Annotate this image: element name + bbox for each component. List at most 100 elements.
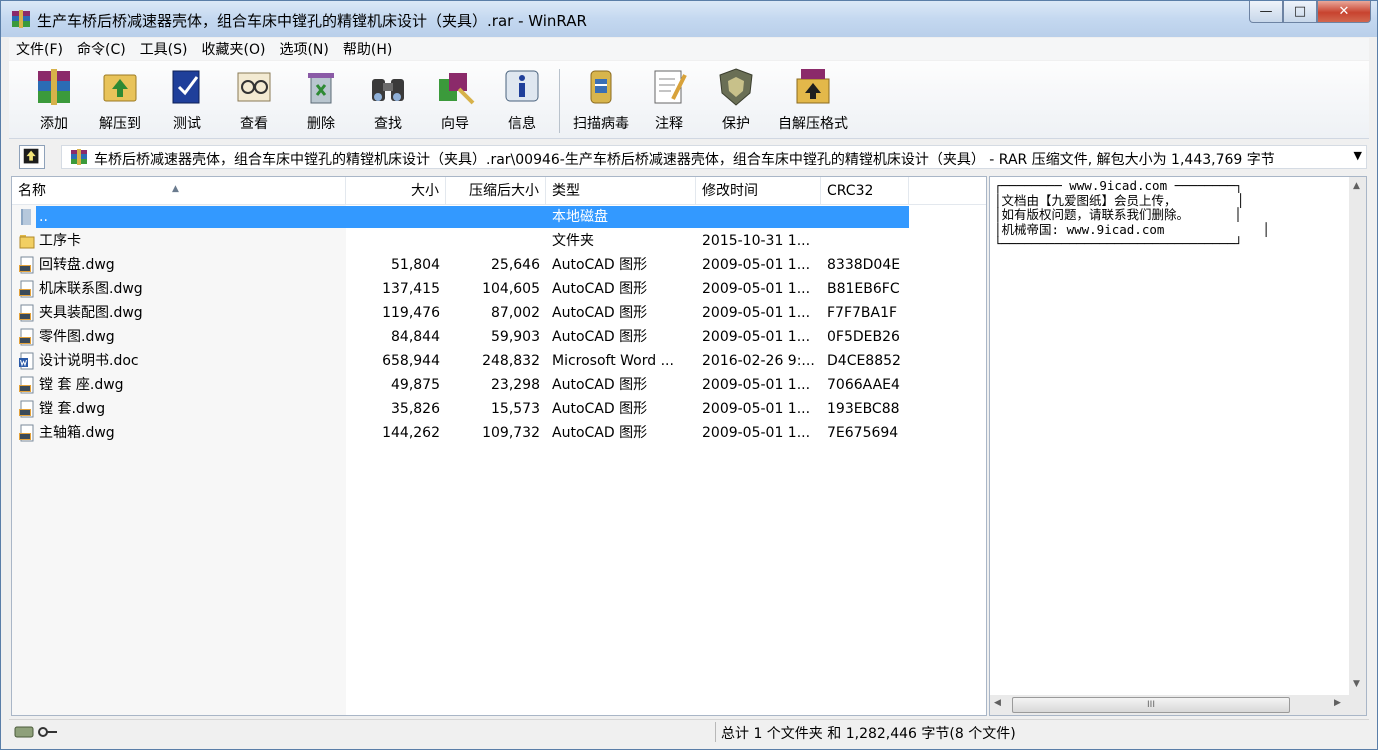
test-button[interactable]: 测试 xyxy=(154,65,220,135)
dwg-file-icon xyxy=(18,400,36,418)
find-label: 查找 xyxy=(374,116,402,132)
extract-to-label: 解压到 xyxy=(99,116,141,132)
menu-tools[interactable]: 工具(S) xyxy=(133,39,195,59)
cell-size xyxy=(346,205,440,229)
delete-label: 删除 xyxy=(307,116,335,132)
cell-crc xyxy=(827,229,912,253)
file-row[interactable]: 零件图.dwg 84,844 59,903 AutoCAD 图形 2009-05-01 … xyxy=(12,325,986,349)
scroll-down-icon[interactable]: ▼ xyxy=(1353,679,1360,689)
minimize-button[interactable]: — xyxy=(1249,1,1283,23)
add-button[interactable]: 添加 xyxy=(21,65,87,135)
sfx-label: 自解压格式 xyxy=(778,116,848,132)
cell-packed: 87,002 xyxy=(491,305,540,321)
drive-key-icon xyxy=(14,726,57,738)
column-header-type[interactable]: 类型 xyxy=(546,177,696,205)
cell-crc: 7066AAE4 xyxy=(827,377,900,393)
file-row[interactable]: 夹具装配图.dwg 119,476 87,002 AutoCAD 图形 2009-05-… xyxy=(12,301,986,325)
cell-size: 35,826 xyxy=(391,401,440,417)
status-bar: 总计 1 个文件夹 和 1,282,446 字节(8 个文件) xyxy=(9,719,1369,743)
file-row[interactable]: 回转盘.dwg 51,804 25,646 AutoCAD 图形 2009-05-01 … xyxy=(12,253,986,277)
file-row[interactable]: 设计说明书.doc 658,944 248,832 Microsoft Word ..… xyxy=(12,349,986,373)
file-row[interactable]: 工序卡 文件夹 2015-10-31 1... xyxy=(12,229,986,253)
cell-crc: 0F5DEB26 xyxy=(827,329,900,345)
sfx-button[interactable]: 自解压格式 xyxy=(770,65,856,135)
view-icon xyxy=(237,72,271,102)
cell-type: AutoCAD 图形 xyxy=(552,257,648,273)
file-row[interactable]: 镗 套.dwg 35,826 15,573 AutoCAD 图形 2009-05-01 … xyxy=(12,397,986,421)
window-title: 生产车桥后桥减速器壳体，组合车床中镗孔的精镗机床设计（夹具）.rar - Win… xyxy=(37,12,587,30)
cell-modified xyxy=(702,205,817,229)
vertical-scrollbar[interactable]: ▲ ▼ xyxy=(1349,177,1366,697)
column-header-modified[interactable]: 修改时间 xyxy=(696,177,821,205)
file-row[interactable]: 机床联系图.dwg 137,415 104,605 AutoCAD 图形 2009-05… xyxy=(12,277,986,301)
comment-button[interactable]: 注释 xyxy=(636,65,702,135)
add-label: 添加 xyxy=(40,116,68,132)
menu-file[interactable]: 文件(F) xyxy=(9,39,70,59)
file-row[interactable]: .. 本地磁盘 xyxy=(12,205,986,229)
cell-modified: 2015-10-31 1... xyxy=(702,233,811,249)
cell-crc: 7E675694 xyxy=(827,425,899,441)
cell-size: 51,804 xyxy=(391,257,440,273)
address-field[interactable]: 车桥后桥减速器壳体，组合车床中镗孔的精镗机床设计（夹具）.rar\00946-生… xyxy=(61,145,1367,169)
menu-bar: 文件(F) 命令(C) 工具(S) 收藏夹(O) 选项(N) 帮助(H) xyxy=(9,38,1369,60)
view-label: 查看 xyxy=(240,116,268,132)
info-button[interactable]: 信息 xyxy=(489,65,555,135)
file-list[interactable]: 名称 ▲ 大小 压缩后大小 类型 修改时间 CRC32 .. 本地磁盘 工序卡 文件夹… xyxy=(11,176,987,716)
cell-packed xyxy=(446,205,540,229)
status-separator xyxy=(715,722,716,742)
virus-scan-label: 扫描病毒 xyxy=(573,116,629,132)
close-button[interactable]: ✕ xyxy=(1317,1,1371,23)
delete-icon xyxy=(308,73,334,104)
cell-modified: 2009-05-01 1... xyxy=(702,401,811,417)
up-folder-button[interactable] xyxy=(19,145,45,169)
dwg-file-icon xyxy=(18,424,36,442)
cell-name: 镗 套 座.dwg xyxy=(39,377,124,393)
cell-modified: 2009-05-01 1... xyxy=(702,377,811,393)
column-header-crc[interactable]: CRC32 xyxy=(821,177,909,205)
menu-favorites[interactable]: 收藏夹(O) xyxy=(195,39,273,59)
menu-commands[interactable]: 命令(C) xyxy=(70,39,133,59)
address-dropdown-icon[interactable]: ▼ xyxy=(1354,149,1362,162)
title-bar[interactable]: 生产车桥后桥减速器壳体，组合车床中镗孔的精镗机床设计（夹具）.rar - Win… xyxy=(1,1,1377,37)
folder-icon xyxy=(18,232,36,250)
cell-crc: 8338D04E xyxy=(827,257,901,273)
cell-size: 144,262 xyxy=(382,425,440,441)
cell-name: 主轴箱.dwg xyxy=(39,425,115,441)
scroll-right-icon[interactable]: ▶ xyxy=(1334,698,1341,708)
add-archive-icon xyxy=(38,69,70,105)
extract-to-icon xyxy=(103,74,137,102)
maximize-button[interactable]: □ xyxy=(1283,1,1317,23)
status-text: 总计 1 个文件夹 和 1,282,446 字节(8 个文件) xyxy=(721,726,1016,742)
cell-type: AutoCAD 图形 xyxy=(552,281,648,297)
column-header-packed[interactable]: 压缩后大小 xyxy=(446,177,546,205)
address-bar: 车桥后桥减速器壳体，组合车床中镗孔的精镗机床设计（夹具）.rar\00946-生… xyxy=(9,141,1369,173)
protect-button[interactable]: 保护 xyxy=(703,65,769,135)
address-path: 车桥后桥减速器壳体，组合车床中镗孔的精镗机床设计（夹具）.rar\00946-生… xyxy=(94,152,1275,168)
view-button[interactable]: 查看 xyxy=(221,65,287,135)
column-header-name[interactable]: 名称 ▲ xyxy=(12,177,346,205)
dwg-file-icon xyxy=(18,304,36,322)
scroll-thumb[interactable]: III xyxy=(1012,697,1290,713)
word-doc-icon xyxy=(18,352,36,370)
virus-scan-button[interactable]: 扫描病毒 xyxy=(566,65,636,135)
file-row[interactable]: 主轴箱.dwg 144,262 109,732 AutoCAD 图形 2009-05-0… xyxy=(12,421,986,445)
dwg-file-icon xyxy=(18,256,36,274)
cell-size: 658,944 xyxy=(382,353,440,369)
horizontal-scrollbar[interactable]: ◀ III ▶ xyxy=(990,695,1366,715)
cell-name: .. xyxy=(39,209,48,225)
test-icon xyxy=(172,70,200,104)
column-header-size[interactable]: 大小 xyxy=(346,177,446,205)
scroll-left-icon[interactable]: ◀ xyxy=(994,698,1001,708)
extract-to-button[interactable]: 解压到 xyxy=(87,65,153,135)
window-controls: — □ ✕ xyxy=(1249,1,1371,23)
cell-packed: 59,903 xyxy=(491,329,540,345)
cell-name: 镗 套.dwg xyxy=(39,401,106,417)
menu-options[interactable]: 选项(N) xyxy=(272,39,335,59)
wizard-button[interactable]: 向导 xyxy=(422,65,488,135)
menu-help[interactable]: 帮助(H) xyxy=(336,39,399,59)
file-list-header: 名称 ▲ 大小 压缩后大小 类型 修改时间 CRC32 xyxy=(12,177,986,205)
file-row[interactable]: 镗 套 座.dwg 49,875 23,298 AutoCAD 图形 2009-05-0… xyxy=(12,373,986,397)
scroll-up-icon[interactable]: ▲ xyxy=(1353,181,1360,191)
find-button[interactable]: 查找 xyxy=(355,65,421,135)
delete-button[interactable]: 删除 xyxy=(288,65,354,135)
